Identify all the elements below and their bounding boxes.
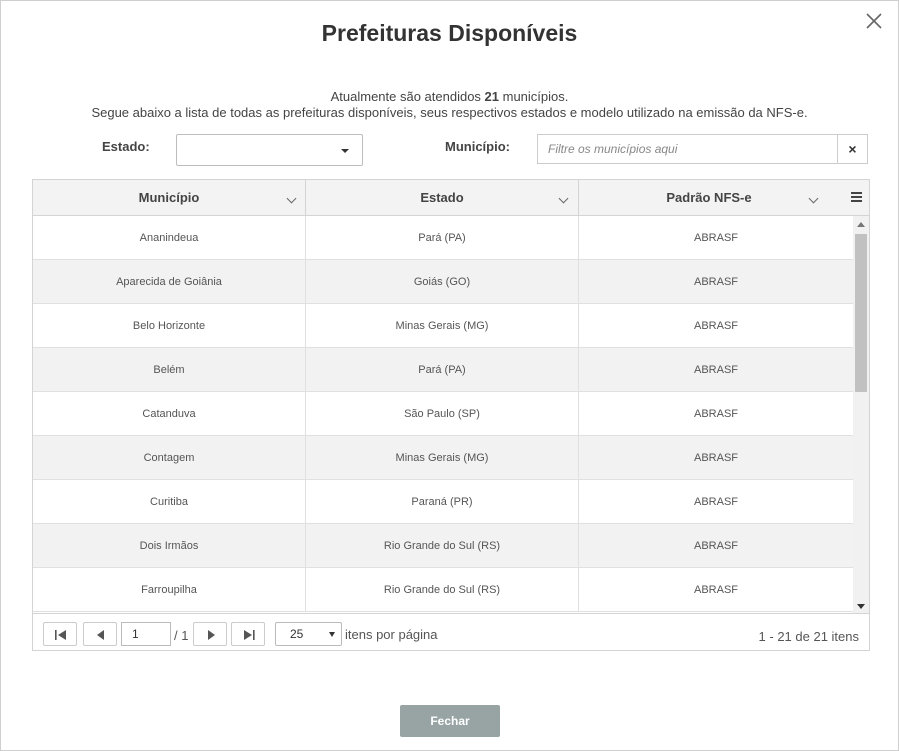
cell-padrao: ABRASF (693, 584, 738, 596)
cell-municipio: Catanduva (142, 408, 196, 420)
table-row[interactable]: Contagem Minas Gerais (MG) ABRASF (33, 436, 853, 480)
fechar-button[interactable]: Fechar (400, 705, 500, 737)
cell-padrao: ABRASF (693, 276, 738, 288)
scroll-thumb[interactable] (855, 234, 867, 392)
cell-padrao: ABRASF (693, 452, 738, 464)
close-icon[interactable] (864, 11, 884, 31)
hamburger-menu-icon[interactable] (851, 192, 862, 202)
cell-divider (305, 480, 306, 524)
cell-estado: Minas Gerais (MG) (395, 452, 489, 464)
cell-padrao: ABRASF (693, 232, 738, 244)
cell-municipio: Aparecida de Goiânia (116, 276, 222, 288)
cell-municipio: Contagem (143, 452, 195, 464)
cell-divider (305, 524, 306, 568)
cell-divider (305, 392, 306, 436)
page-size-select[interactable]: 25 (275, 622, 342, 646)
table-row[interactable]: Dois Irmãos Rio Grande do Sul (RS) ABRASF (33, 524, 853, 568)
estado-label: Estado: (102, 139, 150, 154)
vertical-scrollbar[interactable] (853, 216, 869, 613)
next-page-button[interactable] (193, 622, 227, 646)
cell-padrao: ABRASF (693, 496, 738, 508)
cell-divider (578, 436, 579, 480)
chevron-down-icon[interactable] (808, 193, 819, 204)
first-page-button[interactable] (43, 622, 77, 646)
cell-divider (305, 348, 306, 392)
grid-body: Ananindeua Pará (PA) ABRASF Aparecida de Go… (33, 216, 853, 613)
cell-padrao: ABRASF (693, 364, 738, 376)
cell-divider (305, 568, 306, 612)
cell-padrao: ABRASF (693, 408, 738, 420)
table-row[interactable]: Belém Pará (PA) ABRASF (33, 348, 853, 392)
cell-estado: São Paulo (SP) (404, 408, 480, 420)
page-count: / 1 (174, 628, 189, 643)
page-size-label: itens por página (345, 627, 438, 642)
cell-divider (305, 260, 306, 304)
column-header-estado[interactable]: Estado (306, 180, 578, 216)
cell-municipio: Ananindeua (139, 232, 199, 244)
cell-divider (305, 304, 306, 348)
chevron-down-icon[interactable] (558, 193, 569, 204)
cell-padrao: ABRASF (693, 540, 738, 552)
scroll-down-icon[interactable] (857, 604, 865, 609)
pager-info: 1 - 21 de 21 itens (758, 629, 859, 644)
cell-divider (578, 260, 579, 304)
cell-padrao: ABRASF (693, 320, 738, 332)
municipio-count: 21 (484, 89, 500, 104)
grid-header: Município Estado Padrão NFS-e (33, 180, 869, 216)
cell-divider (578, 304, 579, 348)
cell-estado: Rio Grande do Sul (RS) (383, 540, 501, 552)
cell-municipio: Curitiba (150, 496, 188, 508)
prefeituras-dialog: Prefeituras Disponíveis Atualmente são a… (0, 0, 899, 751)
estado-select[interactable] (176, 134, 363, 166)
table-row[interactable]: Farroupilha Rio Grande do Sul (RS) ABRASF (33, 568, 853, 612)
intro-line-2: Segue abaixo a lista de todas as prefeit… (91, 105, 808, 120)
cell-municipio: Belo Horizonte (132, 320, 206, 332)
cell-estado: Pará (PA) (418, 364, 466, 376)
prev-page-button[interactable] (83, 622, 117, 646)
cell-estado: Paraná (PR) (411, 496, 473, 508)
column-header-padrao[interactable]: Padrão NFS-e (579, 180, 839, 216)
last-page-button[interactable] (231, 622, 265, 646)
cell-municipio: Dois Irmãos (139, 540, 199, 552)
cell-divider (578, 392, 579, 436)
caret-down-icon (329, 632, 335, 637)
chevron-down-icon[interactable] (286, 193, 297, 204)
cell-municipio: Farroupilha (141, 584, 197, 596)
first-page-icon (55, 630, 66, 640)
table-row[interactable]: Catanduva São Paulo (SP) ABRASF (33, 392, 853, 436)
cell-divider (578, 348, 579, 392)
cell-divider (305, 216, 306, 260)
grid-pager: / 1 25 itens por página 1 - 21 de 21 ite… (33, 613, 869, 650)
clear-filter-button[interactable]: × (837, 134, 868, 164)
cell-estado: Pará (PA) (418, 232, 466, 244)
table-row[interactable]: Belo Horizonte Minas Gerais (MG) ABRASF (33, 304, 853, 348)
table-row[interactable]: Curitiba Paraná (PR) ABRASF (33, 480, 853, 524)
table-row[interactable]: Ananindeua Pará (PA) ABRASF (33, 216, 853, 260)
cell-estado: Rio Grande do Sul (RS) (383, 584, 501, 596)
municipio-search-input[interactable] (537, 134, 838, 164)
prefeituras-grid: Município Estado Padrão NFS-e Ananindeua… (32, 179, 870, 651)
cell-divider (578, 524, 579, 568)
cell-divider (578, 568, 579, 612)
cell-divider (578, 480, 579, 524)
cell-estado: Goiás (GO) (413, 276, 471, 288)
column-header-municipio[interactable]: Município (33, 180, 305, 216)
municipio-label: Município: (445, 139, 510, 154)
cell-municipio: Belém (153, 364, 185, 376)
intro-text: Atualmente são atendidos 21 municípios. … (1, 89, 898, 121)
prev-page-icon (97, 630, 104, 640)
table-row[interactable]: Aparecida de Goiânia Goiás (GO) ABRASF (33, 260, 853, 304)
scroll-up-icon[interactable] (857, 222, 865, 227)
intro-line-1: Atualmente são atendidos 21 municípios. (330, 89, 569, 104)
cell-divider (305, 436, 306, 480)
next-page-icon (208, 630, 215, 640)
cell-estado: Minas Gerais (MG) (395, 320, 489, 332)
last-page-icon (244, 630, 255, 640)
caret-down-icon (341, 149, 349, 153)
dialog-title: Prefeituras Disponíveis (321, 20, 578, 46)
cell-divider (578, 216, 579, 260)
page-number-input[interactable] (121, 622, 171, 646)
